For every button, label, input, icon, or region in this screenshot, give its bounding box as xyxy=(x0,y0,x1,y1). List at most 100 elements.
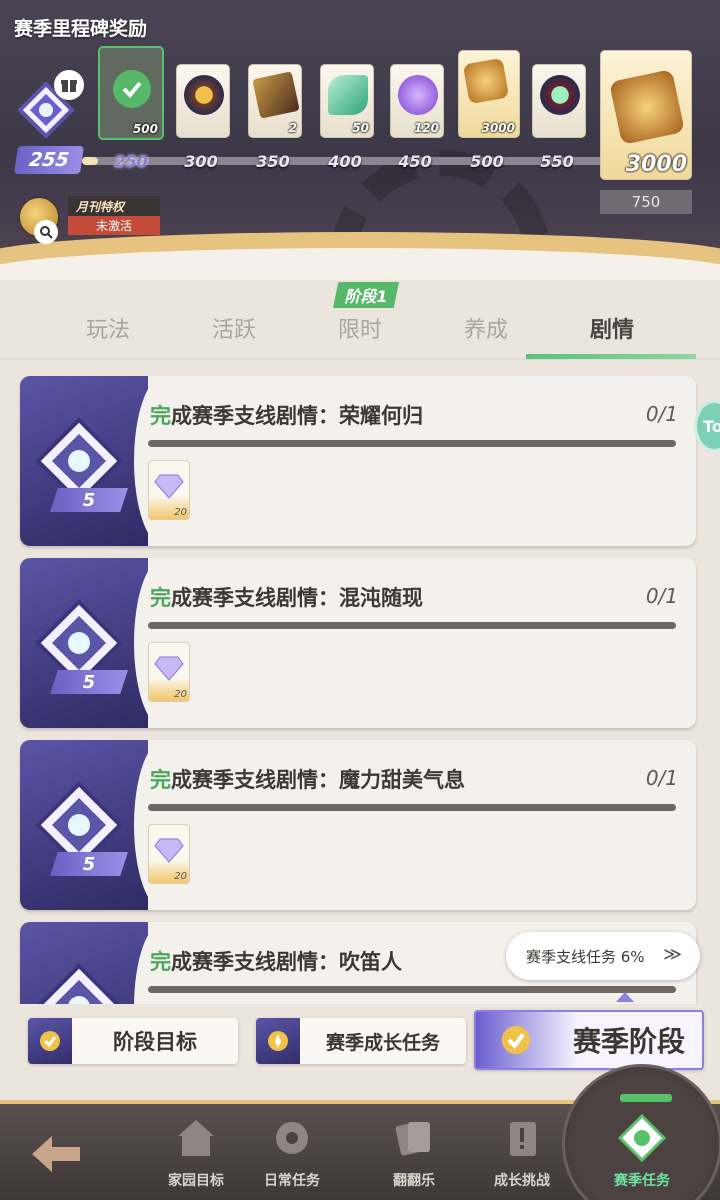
side-float-button[interactable]: To xyxy=(694,400,720,452)
nav-season-task[interactable]: 赛季任务 xyxy=(592,1112,692,1200)
crystal-icon xyxy=(154,474,184,499)
task-card[interactable]: 5 完成赛季支线剧情：混沌随现 0/1 20 xyxy=(20,558,696,728)
tab-activity[interactable]: 活跃 xyxy=(174,312,294,344)
task-title: 完成赛季支线剧情：混沌随现 xyxy=(150,582,423,612)
season-progress-bubble[interactable]: 赛季支线任务 6% ≫ xyxy=(506,932,700,980)
milestone-reward-7[interactable] xyxy=(532,64,586,138)
milestone-label: 250 xyxy=(114,152,148,171)
task-title-text: 成赛季支线剧情：吹笛人 xyxy=(171,950,402,974)
task-progress-bar xyxy=(148,440,676,447)
nav-label: 成长挑战 xyxy=(494,1173,550,1189)
milestone-label: 500 xyxy=(470,152,504,171)
season-emblem-icon xyxy=(618,1114,666,1162)
total-points-badge: 255 xyxy=(14,146,84,174)
subtab-season-growth[interactable]: 赛季成长任务 xyxy=(256,1018,466,1064)
task-progress: 0/1 xyxy=(645,584,678,608)
milestone-reward-qty: 2 xyxy=(288,121,297,135)
task-title-prefix: 完 xyxy=(150,768,171,792)
phase-tag: 阶段1 xyxy=(333,282,399,308)
milestone-reward-3[interactable]: 2 xyxy=(248,64,302,138)
chest-icon xyxy=(252,71,300,119)
chevron-down-icon: ≫ xyxy=(663,944,682,965)
task-points: 5 xyxy=(50,488,128,512)
milestone-label: 400 xyxy=(328,152,362,171)
monthly-status: 未激活 xyxy=(68,216,160,235)
gold-ticket-icon xyxy=(462,57,510,105)
nav-home-goal[interactable]: 家园目标 xyxy=(146,1112,246,1200)
milestone-reward-qty: 120 xyxy=(413,121,439,135)
subtab-label: 赛季阶段 xyxy=(572,1025,685,1058)
bubble-text: 赛季支线任务 6% xyxy=(526,947,645,966)
task-card[interactable]: 5 完成赛季支线剧情：荣耀何归 0/1 20 xyxy=(20,376,696,546)
back-arrow-icon[interactable] xyxy=(30,1132,84,1176)
compass-icon xyxy=(256,1018,300,1064)
nav-daily-task[interactable]: 日常任务 xyxy=(242,1112,342,1200)
active-tab-indicator xyxy=(526,354,696,359)
nav-active-marker xyxy=(620,1094,672,1102)
tab-growth[interactable]: 养成 xyxy=(426,312,546,344)
task-progress: 0/1 xyxy=(645,766,678,790)
subtab-phase-goal[interactable]: 阶段目标 xyxy=(28,1018,238,1064)
milestone-track-fill xyxy=(82,157,98,165)
check-badge-icon xyxy=(28,1018,72,1064)
task-title: 完成赛季支线剧情：魔力甜美气息 xyxy=(150,764,465,794)
milestone-reward-qty: 500 xyxy=(132,122,158,136)
milestone-reward-1[interactable]: 500 xyxy=(98,46,164,140)
milestone-big-reward[interactable]: 3000 xyxy=(600,50,692,180)
nav-flip[interactable]: 翻翻乐 xyxy=(364,1112,464,1200)
milestone-label: 300 xyxy=(184,152,218,171)
milestone-reward-5[interactable]: 120 xyxy=(390,64,444,138)
task-reward-qty: 20 xyxy=(174,507,187,518)
task-points: 5 xyxy=(50,852,128,876)
task-reward[interactable]: 20 xyxy=(148,642,190,702)
milestone-reward-4[interactable]: 50 xyxy=(320,64,374,138)
milestone-reward-6[interactable]: 3000 xyxy=(458,50,520,138)
medal-icon xyxy=(184,75,224,115)
milestone-label: 450 xyxy=(398,152,432,171)
monthly-name: 月刊特权 xyxy=(68,196,160,217)
task-title-text: 成赛季支线剧情：魔力甜美气息 xyxy=(171,768,465,792)
tab-limited[interactable]: 限时 xyxy=(300,312,420,344)
milestone-label: 350 xyxy=(256,152,290,171)
check-badge-icon xyxy=(476,1012,556,1068)
task-title-prefix: 完 xyxy=(150,404,171,428)
gold-ticket-icon xyxy=(609,69,685,145)
cards-icon xyxy=(390,1114,438,1162)
task-title-text: 成赛季支线剧情：荣耀何归 xyxy=(171,404,423,428)
medal-icon xyxy=(540,75,580,115)
big-reward-threshold: 750 xyxy=(600,190,692,214)
monthly-privilege[interactable]: 月刊特权 未激活 xyxy=(18,192,163,244)
task-title: 完成赛季支线剧情：吹笛人 xyxy=(150,946,402,976)
house-icon xyxy=(172,1114,220,1162)
task-progress-bar xyxy=(148,622,676,629)
task-reward-qty: 20 xyxy=(174,871,187,882)
check-icon xyxy=(113,70,151,108)
task-card[interactable]: 5 完成赛季支线剧情：魔力甜美气息 0/1 20 xyxy=(20,740,696,910)
task-title: 完成赛季支线剧情：荣耀何归 xyxy=(150,400,423,430)
milestone-reward-qty: 3000 xyxy=(481,121,515,135)
task-reward-qty: 20 xyxy=(174,689,187,700)
tab-gameplay[interactable]: 玩法 xyxy=(48,312,168,344)
page-title: 赛季里程碑奖励 xyxy=(14,18,148,40)
nav-growth-challenge[interactable]: 成长挑战 xyxy=(472,1112,572,1200)
nav-label: 赛季任务 xyxy=(614,1173,670,1189)
milestone-reward-2[interactable] xyxy=(176,64,230,138)
task-points: 5 xyxy=(50,670,128,694)
magnifier-icon[interactable] xyxy=(34,220,58,244)
book-icon xyxy=(498,1114,546,1162)
category-tabs: 玩法 活跃 限时 养成 剧情 xyxy=(0,300,720,360)
task-reward[interactable]: 20 xyxy=(148,824,190,884)
task-title-text: 成赛季支线剧情：混沌随现 xyxy=(171,586,423,610)
gift-icon[interactable] xyxy=(54,70,84,100)
leaf-gem-icon xyxy=(328,75,368,115)
crystal-icon xyxy=(154,656,184,681)
task-progress: 0/1 xyxy=(645,402,678,426)
task-title-prefix: 完 xyxy=(150,950,171,974)
tab-story[interactable]: 剧情 xyxy=(552,312,672,344)
subtab-season-phase[interactable]: 赛季阶段 xyxy=(474,1010,704,1070)
bottom-nav: 家园目标 日常任务 翻翻乐 成长挑战 赛季任务 xyxy=(0,1064,720,1200)
nav-label: 翻翻乐 xyxy=(393,1173,435,1189)
task-reward[interactable]: 20 xyxy=(148,460,190,520)
gear-icon xyxy=(268,1114,316,1162)
nav-label: 日常任务 xyxy=(264,1173,320,1189)
